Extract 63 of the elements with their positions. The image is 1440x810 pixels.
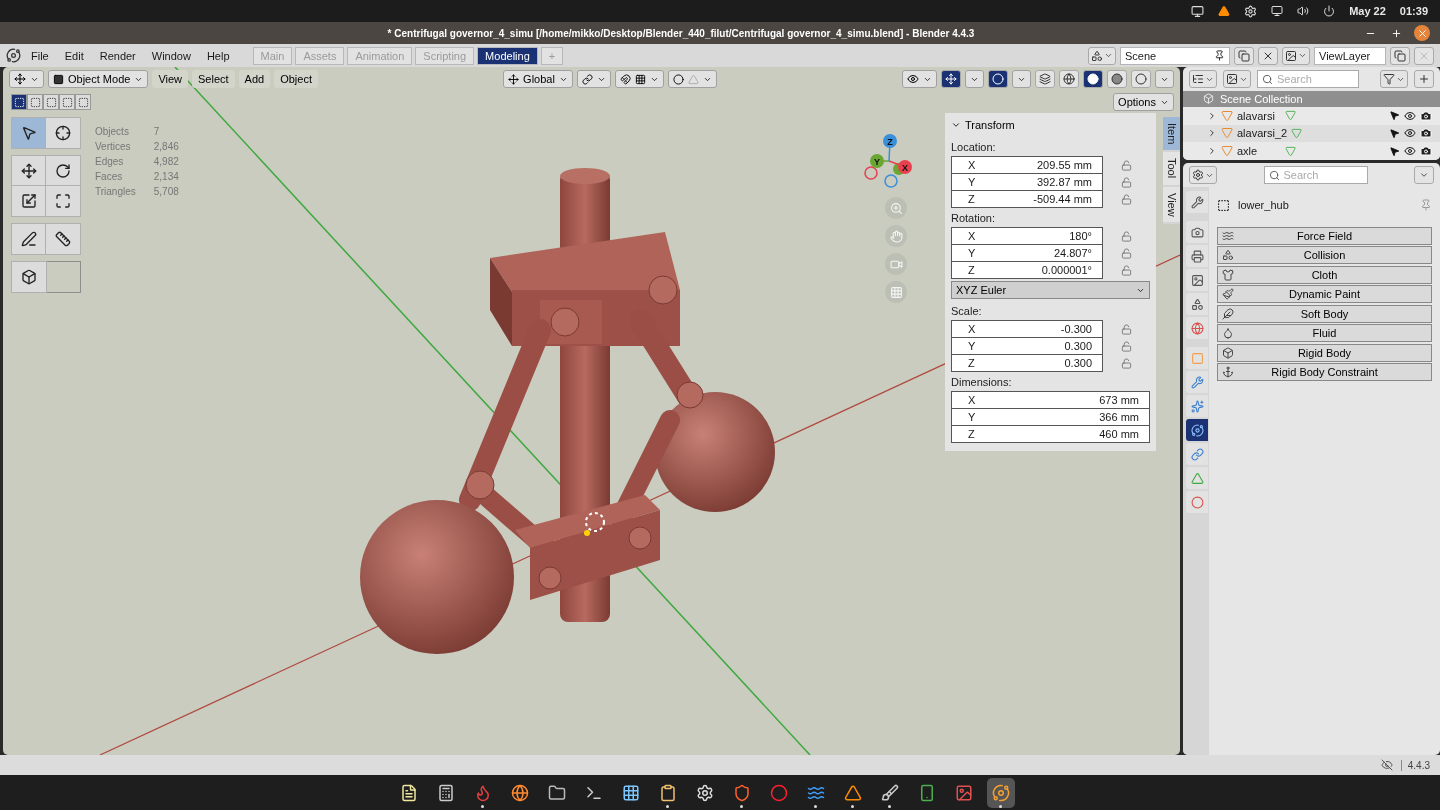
stat-value: 2,846 bbox=[153, 140, 179, 153]
menu-item[interactable]: Object bbox=[274, 70, 318, 88]
stat-value: 4,982 bbox=[153, 155, 179, 168]
number-field[interactable]: X 673 mm bbox=[951, 391, 1150, 409]
workspace-tab[interactable]: Modeling bbox=[477, 46, 538, 65]
rotation-mode-dropdown[interactable]: XYZ Euler bbox=[951, 281, 1150, 299]
menu-item[interactable]: Help bbox=[200, 47, 236, 64]
number-field[interactable]: Y 392.87 mm bbox=[951, 173, 1103, 191]
window-title: * Centrifugal governor_4_simu [/home/mikko/Desktop/Blender_440_filut/Centrifugal governor_4_simu.blend] - Blender 4.4.3 bbox=[386, 27, 976, 39]
stat-label: Triangles bbox=[95, 185, 136, 198]
group-label: Rotation: bbox=[951, 211, 997, 226]
number-field[interactable]: X 180° bbox=[951, 227, 1103, 245]
sidebar-tab[interactable]: Tool bbox=[1163, 152, 1180, 185]
mode-dropdown[interactable]: Object Mode bbox=[48, 70, 149, 88]
number-field[interactable]: X 209.55 mm bbox=[951, 156, 1103, 174]
physics-button[interactable]: Rigid Body Constraint bbox=[1217, 363, 1432, 381]
number-field[interactable]: Z 0.300 bbox=[951, 354, 1103, 372]
outliner-item[interactable]: axle bbox=[1237, 145, 1281, 158]
collection-name: Scene Collection bbox=[1220, 92, 1303, 105]
number-field[interactable]: Y 366 mm bbox=[951, 408, 1150, 426]
orientation-dropdown[interactable]: Global bbox=[503, 70, 573, 88]
stat-label: Objects bbox=[95, 125, 130, 138]
number-field[interactable]: Z 0.000001° bbox=[951, 261, 1103, 279]
version-text: 4.4.3 bbox=[1400, 759, 1430, 771]
group-label: Scale: bbox=[951, 304, 983, 319]
number-field[interactable]: Z -509.44 mm bbox=[951, 190, 1103, 208]
menu-item[interactable]: Render bbox=[93, 47, 142, 64]
sidebar-tab[interactable]: Item bbox=[1163, 117, 1180, 151]
number-field[interactable]: X -0.300 bbox=[951, 320, 1103, 338]
menu-item[interactable]: Window bbox=[145, 47, 197, 64]
object-name: lower_hub bbox=[1238, 199, 1290, 211]
stat-value: 7 bbox=[153, 125, 161, 138]
menu-item[interactable]: Add bbox=[238, 70, 271, 88]
options-dropdown[interactable]: Options bbox=[1113, 93, 1174, 111]
group-label: Dimensions: bbox=[951, 375, 1013, 390]
number-field[interactable]: Z 460 mm bbox=[951, 425, 1150, 443]
stat-label: Vertices bbox=[95, 140, 132, 153]
physics-button[interactable]: Dynamic Paint bbox=[1217, 285, 1432, 303]
physics-button[interactable]: Fluid bbox=[1217, 324, 1432, 342]
outliner-item[interactable]: alavarsi bbox=[1237, 109, 1281, 122]
menu-item[interactable]: Edit bbox=[58, 47, 90, 64]
group-label: Location: bbox=[951, 140, 997, 155]
number-field[interactable]: Y 0.300 bbox=[951, 337, 1103, 355]
menu-item[interactable]: File bbox=[25, 47, 55, 64]
view-layer-field[interactable]: ViewLayer bbox=[1314, 46, 1386, 65]
stat-value: 5,708 bbox=[153, 185, 179, 198]
physics-button[interactable]: Cloth bbox=[1217, 265, 1432, 284]
panel-header[interactable]: Transform bbox=[951, 117, 1150, 139]
menu-item[interactable]: Select bbox=[192, 70, 235, 88]
physics-button[interactable]: Force Field bbox=[1217, 226, 1432, 245]
physics-button[interactable]: Rigid Body bbox=[1217, 343, 1432, 362]
sidebar-tab[interactable]: View bbox=[1163, 186, 1180, 223]
scene-field[interactable]: Scene bbox=[1120, 46, 1230, 65]
number-field[interactable]: Y 24.807° bbox=[951, 244, 1103, 262]
clock-text: 01:39 bbox=[1399, 5, 1428, 17]
stat-label: Faces bbox=[95, 170, 124, 183]
outliner-item[interactable]: alavarsi_2 bbox=[1237, 127, 1288, 140]
stat-label: Edges bbox=[95, 155, 125, 168]
date-text: May 22 bbox=[1349, 5, 1386, 17]
menu-item[interactable]: View bbox=[152, 70, 189, 88]
physics-button[interactable]: Soft Body bbox=[1217, 304, 1432, 323]
stat-value: 2,134 bbox=[153, 170, 179, 183]
physics-button[interactable]: Collision bbox=[1217, 246, 1432, 264]
